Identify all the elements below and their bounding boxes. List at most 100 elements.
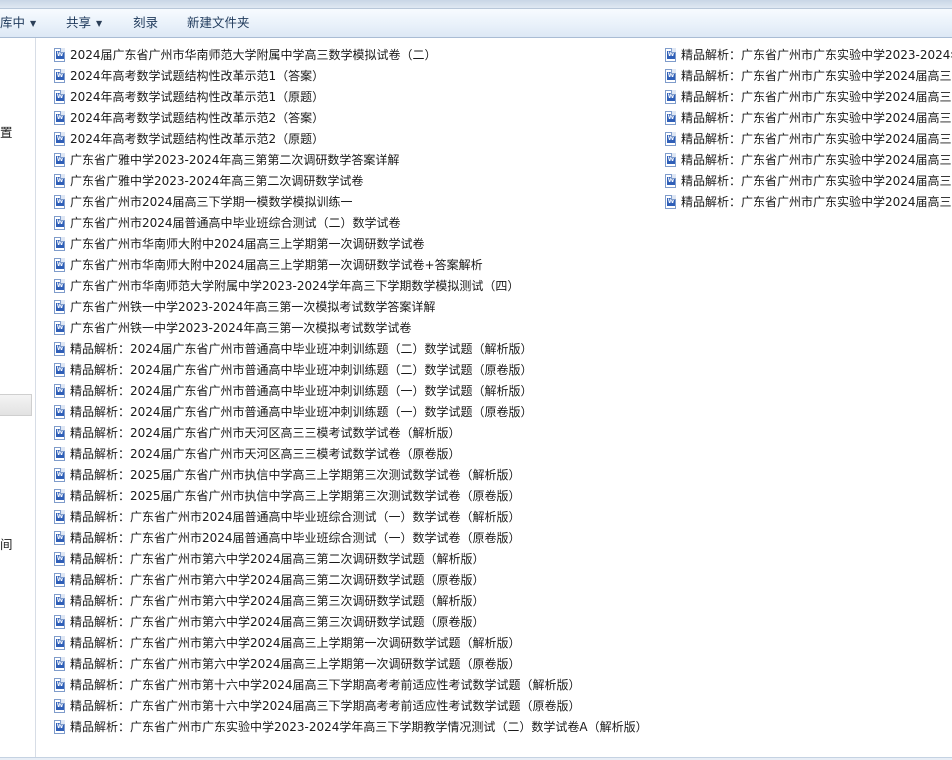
word-document-icon — [54, 699, 65, 713]
file-name: 精品解析：2024届广东省广州市普通高中毕业班冲刺训练题（一）数学试题（解析版） — [70, 384, 533, 398]
file-name: 广东省广州市华南师大附中2024届高三上学期第一次调研数学试卷 — [70, 237, 425, 251]
word-document-icon — [54, 216, 65, 230]
file-name: 精品解析：广东省广州市广东实验中学2024届高三 — [681, 69, 952, 83]
word-document-icon — [54, 531, 65, 545]
file-name: 广东省广州市2024届普通高中毕业班综合测试（二）数学试卷 — [70, 216, 401, 230]
word-document-icon — [54, 384, 65, 398]
word-document-icon — [54, 279, 65, 293]
file-name: 精品解析：2024届广东省广州市天河区高三三模考试数学试卷（原卷版） — [70, 447, 461, 461]
file-name: 精品解析：广东省广州市广东实验中学2024届高三 — [681, 132, 952, 146]
command-toolbar: 库中 ▼ 共享 ▼ 刻录 新建文件夹 — [0, 9, 952, 38]
word-document-icon — [54, 195, 65, 209]
word-document-icon — [665, 69, 676, 83]
word-document-icon — [54, 300, 65, 314]
word-document-icon — [54, 636, 65, 650]
file-name: 精品解析：广东省广州市第六中学2024届高三第二次调研数学试题（原卷版） — [70, 573, 485, 587]
file-name: 精品解析：2024届广东省广州市天河区高三三模考试数学试卷（解析版） — [70, 426, 461, 440]
file-name: 广东省广州市华南师范大学附属中学2023-2024学年高三下学期数学模拟测试（四… — [70, 279, 520, 293]
word-document-icon — [54, 321, 65, 335]
word-document-icon — [54, 132, 65, 146]
burn-label: 刻录 — [133, 15, 159, 30]
file-name: 广东省广州市2024届高三下学期一模数学模拟训练一 — [70, 195, 353, 209]
word-document-icon — [54, 552, 65, 566]
file-name: 精品解析：2024届广东省广州市普通高中毕业班冲刺训练题（二）数学试题（原卷版） — [70, 363, 533, 377]
file-name: 精品解析：广东省广州市第六中学2024届高三上学期第一次调研数学试题（原卷版） — [70, 657, 521, 671]
nav-item-selected[interactable] — [0, 394, 32, 416]
share-button[interactable]: 共享 ▼ — [66, 9, 102, 37]
word-document-icon — [54, 657, 65, 671]
explorer-window: 库中 ▼ 共享 ▼ 刻录 新建文件夹 置 间 2024届广东省广州市华南师范大学附属… — [0, 0, 952, 760]
word-document-icon — [54, 69, 65, 83]
file-name: 精品解析：2025届广东省广州市执信中学高三上学期第三次测试数学试卷（解析版） — [70, 468, 521, 482]
address-bar-strip — [0, 0, 952, 9]
chevron-down-icon: ▼ — [30, 19, 37, 28]
word-document-icon — [665, 132, 676, 146]
file-name: 精品解析：广东省广州市广东实验中学2023-2024年 — [681, 48, 952, 62]
word-document-icon — [54, 615, 65, 629]
file-name: 精品解析：广东省广州市2024届普通高中毕业班综合测试（一）数学试卷（解析版） — [70, 510, 521, 524]
chevron-down-icon: ▼ — [96, 19, 103, 28]
word-document-icon — [54, 363, 65, 377]
word-document-icon — [54, 342, 65, 356]
file-name: 精品解析：广东省广州市2024届普通高中毕业班综合测试（一）数学试卷（原卷版） — [70, 531, 521, 545]
word-document-icon — [54, 447, 65, 461]
file-name: 精品解析：广东省广州市第十六中学2024届高三下学期高考考前适应性考试数学试题（… — [70, 678, 581, 692]
word-document-icon — [54, 573, 65, 587]
word-document-icon — [665, 174, 676, 188]
nav-item-fragment-time[interactable]: 间 — [0, 534, 13, 553]
file-name: 2024年高考数学试题结构性改革示范1（原题） — [70, 90, 325, 104]
word-document-icon — [54, 720, 65, 734]
word-document-icon — [54, 153, 65, 167]
file-name: 精品解析：广东省广州市第六中学2024届高三第二次调研数学试题（解析版） — [70, 552, 485, 566]
file-name: 2024年高考数学试题结构性改革示范1（答案） — [70, 69, 325, 83]
file-name: 精品解析：广东省广州市广东实验中学2024届高三 — [681, 174, 952, 188]
word-document-icon — [54, 510, 65, 524]
word-document-icon — [54, 678, 65, 692]
file-name: 精品解析：广东省广州市广东实验中学2024届高三 — [681, 195, 952, 209]
file-name: 精品解析：广东省广州市第六中学2024届高三第三次调研数学试题（解析版） — [70, 594, 485, 608]
word-document-icon — [54, 174, 65, 188]
word-document-icon — [665, 153, 676, 167]
word-document-icon — [54, 258, 65, 272]
file-name: 精品解析：广东省广州市广东实验中学2023-2024学年高三下学期教学情况测试（… — [70, 720, 648, 734]
file-name: 精品解析：2025届广东省广州市执信中学高三上学期第三次测试数学试卷（原卷版） — [70, 489, 521, 503]
file-name: 精品解析：广东省广州市第六中学2024届高三上学期第一次调研数学试题（解析版） — [70, 636, 521, 650]
share-label: 共享 — [66, 15, 92, 30]
word-document-icon — [54, 237, 65, 251]
burn-button[interactable]: 刻录 — [133, 9, 158, 37]
file-name: 广东省广雅中学2023-2024年高三第第二次调研数学答案详解 — [70, 153, 400, 167]
word-document-icon — [665, 90, 676, 104]
file-name: 精品解析：广东省广州市第六中学2024届高三第三次调研数学试题（原卷版） — [70, 615, 485, 629]
file-name: 精品解析：广东省广州市第十六中学2024届高三下学期高考考前适应性考试数学试题（… — [70, 699, 581, 713]
word-document-icon — [54, 468, 65, 482]
file-name: 广东省广州铁一中学2023-2024年高三第一次模拟考试数学答案详解 — [70, 300, 436, 314]
file-name: 2024年高考数学试题结构性改革示范2（答案） — [70, 111, 325, 125]
file-name: 精品解析：广东省广州市广东实验中学2024届高三 — [681, 153, 952, 167]
word-document-icon — [54, 48, 65, 62]
file-name: 精品解析：2024届广东省广州市普通高中毕业班冲刺训练题（二）数学试题（解析版） — [70, 342, 533, 356]
include-in-library-button[interactable]: 库中 ▼ — [0, 9, 36, 37]
include-in-library-label: 库中 — [0, 15, 26, 30]
word-document-icon — [665, 111, 676, 125]
word-document-icon — [54, 90, 65, 104]
file-name: 广东省广雅中学2023-2024年高三第二次调研数学试卷 — [70, 174, 364, 188]
word-document-icon — [54, 594, 65, 608]
word-document-icon — [665, 48, 676, 62]
new-folder-button[interactable]: 新建文件夹 — [187, 9, 250, 37]
word-document-icon — [54, 111, 65, 125]
file-name: 精品解析：2024届广东省广州市普通高中毕业班冲刺训练题（一）数学试题（原卷版） — [70, 405, 533, 419]
navigation-pane[interactable]: 置 间 — [0, 38, 36, 760]
nav-item-fragment-settings[interactable]: 置 — [0, 122, 13, 141]
file-name: 精品解析：广东省广州市广东实验中学2024届高三 — [681, 90, 952, 104]
file-name: 广东省广州铁一中学2023-2024年高三第一次模拟考试数学试卷 — [70, 321, 412, 335]
new-folder-label: 新建文件夹 — [187, 15, 250, 30]
file-name: 2024届广东省广州市华南师范大学附属中学高三数学模拟试卷（二） — [70, 48, 437, 62]
word-document-icon — [665, 195, 676, 209]
file-name: 2024年高考数学试题结构性改革示范2（原题） — [70, 132, 325, 146]
file-list[interactable]: 2024届广东省广州市华南师范大学附属中学高三数学模拟试卷（二） 2024年高考数… — [36, 38, 952, 760]
word-document-icon — [54, 489, 65, 503]
file-name: 精品解析：广东省广州市广东实验中学2024届高三 — [681, 111, 952, 125]
word-document-icon — [54, 405, 65, 419]
word-document-icon — [54, 426, 65, 440]
file-name: 广东省广州市华南师大附中2024届高三上学期第一次调研数学试卷+答案解析 — [70, 258, 483, 272]
